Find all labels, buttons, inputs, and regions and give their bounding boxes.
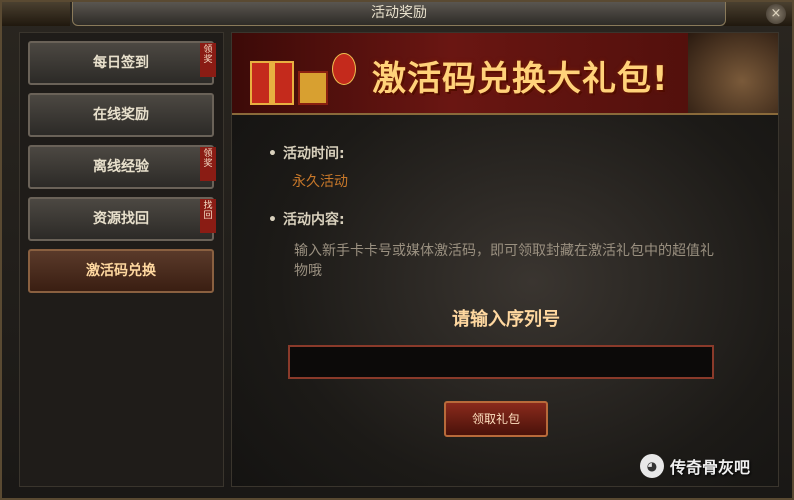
recover-badge: 找回 [200,199,216,233]
serial-code-input[interactable] [288,345,714,379]
main-panel: 激活码兑换大礼包! • 活动时间: 永久活动 • 活动内容: 输入新手卡卡号或媒体激… [231,32,779,487]
wechat-icon: ◕ [640,454,664,478]
sidebar-item-label: 每日签到 [93,55,149,71]
sidebar-item-offline-exp[interactable]: 离线经验 领奖 [28,145,216,189]
event-content-label: 活动内容: [282,212,345,228]
watermark-text: 传奇骨灰吧 [670,458,751,477]
sidebar: 每日签到 领奖 在线奖励 离线经验 领奖 资源找回 找回 激活码兑换 [19,32,224,487]
sidebar-item-code-redeem[interactable]: 激活码兑换 [28,249,214,293]
bullet-icon: • [268,146,277,162]
sidebar-item-label: 在线奖励 [93,107,149,123]
sidebar-item-daily-checkin[interactable]: 每日签到 领奖 [28,41,216,85]
event-time-heading: • 活动时间: [268,143,345,163]
lantern-icon [332,53,356,85]
event-time-value: 永久活动 [292,174,348,190]
promo-banner: 激活码兑换大礼包! [232,33,778,115]
warrior-artwork [688,33,778,113]
banner-title: 激活码兑换大礼包! [372,59,669,99]
event-content-heading: • 活动内容: [268,209,345,229]
window-title: 活动奖励 [72,2,726,26]
claim-badge: 领奖 [200,43,216,77]
gift-bag-icon [298,71,328,105]
sidebar-item-online-reward[interactable]: 在线奖励 [28,93,214,137]
close-button[interactable]: × [766,4,786,24]
watermark: ◕ 传奇骨灰吧 [640,454,750,478]
claim-gift-button[interactable]: 领取礼包 [444,401,548,437]
window-corner-left [2,2,70,26]
event-time-label: 活动时间: [282,146,345,162]
sidebar-item-label: 激活码兑换 [86,263,156,279]
gift-box-icon [250,61,294,105]
sidebar-item-label: 资源找回 [93,211,149,227]
event-description: 输入新手卡卡号或媒体激活码，即可领取封藏在激活礼包中的超值礼物哦 [294,243,714,279]
sidebar-item-resource-recovery[interactable]: 资源找回 找回 [28,197,216,241]
claim-badge: 领奖 [200,147,216,181]
sidebar-item-label: 离线经验 [93,159,149,175]
game-window: × 活动奖励 每日签到 领奖 在线奖励 离线经验 领奖 资源找回 找回 激活码兑… [0,0,794,500]
serial-prompt: 请输入序列号 [452,309,560,330]
window-corner-right: × [724,2,792,26]
bullet-icon: • [268,212,277,228]
